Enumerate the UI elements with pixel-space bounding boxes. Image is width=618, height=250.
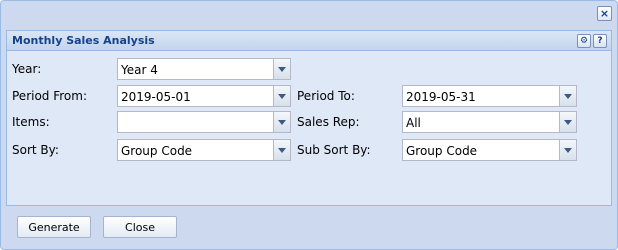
period-from-label: Period From:	[12, 89, 88, 103]
close-button[interactable]: Close	[103, 216, 177, 238]
period-to-field[interactable]: 2019-05-31	[402, 85, 577, 107]
sub-sort-by-label: Sub Sort By:	[297, 143, 371, 157]
sub-sort-by-combo[interactable]: Group Code	[402, 139, 577, 161]
chevron-down-icon[interactable]	[273, 59, 290, 79]
sort-by-label: Sort By:	[12, 143, 59, 157]
help-icon[interactable]: ?	[593, 34, 607, 48]
chevron-down-icon[interactable]	[273, 86, 290, 106]
sort-by-value: Group Code	[121, 144, 193, 158]
period-from-value: 2019-05-01	[121, 90, 191, 104]
sort-by-combo[interactable]: Group Code	[117, 139, 291, 161]
gear-icon[interactable]: ⚙	[577, 34, 591, 48]
chevron-down-icon[interactable]	[273, 112, 290, 132]
sales-rep-label: Sales Rep:	[297, 115, 360, 129]
items-label: Items:	[12, 115, 50, 129]
report-window: × Monthly Sales Analysis ⚙ ? Year: Year …	[0, 0, 618, 250]
sales-rep-combo[interactable]: All	[402, 111, 577, 133]
chevron-down-icon[interactable]	[559, 140, 576, 160]
chevron-down-icon[interactable]	[559, 112, 576, 132]
chevron-down-icon[interactable]	[559, 86, 576, 106]
generate-button[interactable]: Generate	[17, 216, 91, 238]
year-value: Year 4	[121, 63, 158, 77]
panel-title: Monthly Sales Analysis	[12, 34, 155, 47]
period-to-value: 2019-05-31	[406, 90, 476, 104]
period-from-field[interactable]: 2019-05-01	[117, 85, 291, 107]
close-icon[interactable]: ×	[597, 6, 612, 21]
items-combo[interactable]	[117, 111, 291, 133]
year-label: Year:	[12, 62, 42, 76]
panel-header: Monthly Sales Analysis ⚙ ?	[7, 31, 611, 51]
chevron-down-icon[interactable]	[273, 140, 290, 160]
sales-rep-value: All	[406, 116, 421, 130]
sub-sort-by-value: Group Code	[406, 144, 478, 158]
year-combo[interactable]: Year 4	[117, 58, 291, 80]
period-to-label: Period To:	[297, 89, 355, 103]
